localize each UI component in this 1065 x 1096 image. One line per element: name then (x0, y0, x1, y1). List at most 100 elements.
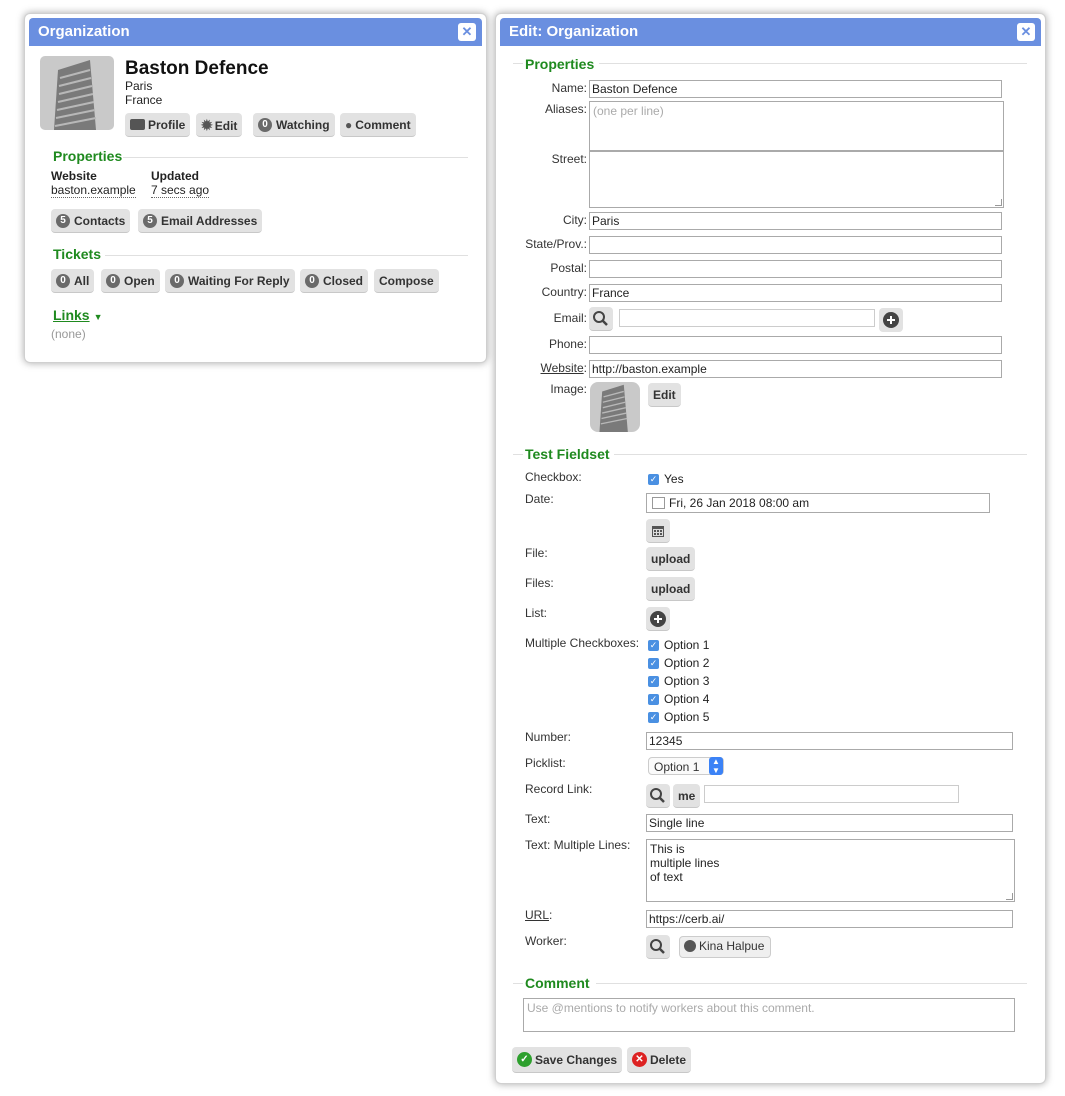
edit-title-bar: Edit: Organization ✕ (500, 18, 1041, 46)
close-icon[interactable]: ✕ (458, 23, 476, 41)
image-edit-button[interactable]: Edit (648, 383, 681, 407)
aliases-label: Aliases: (544, 102, 587, 116)
tickets-closed-button[interactable]: 0 Closed (300, 269, 369, 293)
comment-heading: Comment (525, 975, 590, 991)
test-fieldset-heading: Test Fieldset (525, 446, 610, 462)
delete-button[interactable]: ✕ Delete (627, 1047, 692, 1073)
contacts-button[interactable]: 5 Contacts (51, 209, 131, 233)
calendar-button[interactable] (646, 519, 670, 543)
country-label: Country: (541, 285, 587, 299)
divider (513, 63, 523, 64)
multi-option-2[interactable]: ✓ Option 2 (648, 656, 709, 670)
save-changes-button[interactable]: ✓ Save Changes (512, 1047, 623, 1073)
checkbox-yes[interactable]: ✓ Yes (648, 472, 684, 486)
checkmark-icon: ✓ (517, 1052, 532, 1068)
text-multiline-textarea[interactable]: This is multiple lines of text (646, 839, 1015, 902)
tickets-waiting-button[interactable]: 0 Waiting For Reply (165, 269, 295, 293)
edit-title: Edit: Organization (509, 23, 639, 40)
city-label: City: (563, 213, 587, 227)
compose-button[interactable]: Compose (374, 269, 439, 293)
calendar-small-icon (652, 496, 665, 509)
text-label: Text: (525, 812, 551, 826)
delete-x-icon: ✕ (632, 1052, 647, 1068)
edit-button[interactable]: ✹ Edit (196, 113, 243, 137)
search-icon (650, 939, 665, 954)
picklist-select[interactable]: Option 1 ▲ ▼ (648, 757, 724, 775)
search-icon (593, 311, 608, 326)
street-textarea[interactable] (589, 151, 1004, 208)
picklist-label: Picklist: (525, 756, 566, 770)
postal-label: Postal: (550, 261, 587, 275)
list-label: List: (525, 606, 548, 620)
caret-down-icon: ▼ (93, 312, 103, 322)
profile-icon (130, 119, 145, 131)
date-input[interactable]: Fri, 26 Jan 2018 08:00 am (646, 493, 990, 513)
multiple-checkboxes-label: Multiple Checkboxes: (525, 636, 640, 650)
multi-option-5[interactable]: ✓ Option 5 (648, 710, 709, 724)
updated-label: Updated (151, 169, 199, 183)
divider (123, 157, 468, 158)
number-input[interactable]: 12345 (646, 732, 1013, 750)
card-title-bar: Organization ✕ (29, 18, 482, 46)
worker-label: Worker: (525, 934, 567, 948)
url-input[interactable]: https://cerb.ai/ (646, 910, 1013, 928)
multi-option-4[interactable]: ✓ Option 4 (648, 692, 709, 706)
comment-button[interactable]: ● Comment (340, 113, 416, 137)
tickets-open-button[interactable]: 0 Open (101, 269, 160, 293)
close-icon[interactable]: ✕ (1017, 23, 1035, 41)
date-label: Date: (525, 492, 554, 506)
worker-chip[interactable]: Kina Halpue (679, 936, 772, 958)
aliases-textarea[interactable]: (one per line) (589, 101, 1004, 151)
postal-input[interactable] (589, 260, 1002, 278)
watching-count: 0 (258, 117, 272, 132)
file-label: File: (525, 546, 548, 560)
city-input[interactable]: Paris (589, 212, 1002, 230)
links-heading[interactable]: Links ▼ (53, 307, 103, 323)
file-upload-button[interactable]: upload (646, 547, 696, 571)
org-avatar (40, 56, 114, 130)
image-label: Image: (550, 382, 587, 396)
gear-icon: ✹ (201, 117, 213, 133)
add-email-icon[interactable] (879, 308, 903, 332)
add-list-item-icon[interactable] (646, 607, 670, 631)
tickets-all-button[interactable]: 0 All (51, 269, 95, 293)
name-label: Name: (551, 81, 587, 95)
profile-button[interactable]: Profile (125, 113, 191, 137)
state-input[interactable] (589, 236, 1002, 254)
text-input[interactable]: Single line (646, 814, 1013, 832)
divider (596, 983, 1027, 984)
calendar-icon (652, 526, 664, 537)
divider (614, 454, 1027, 455)
country-input[interactable]: France (589, 284, 1002, 302)
phone-input[interactable] (589, 336, 1002, 354)
multi-option-1[interactable]: ✓ Option 1 (648, 638, 709, 652)
name-input[interactable]: Baston Defence (589, 80, 1002, 98)
multi-option-3[interactable]: ✓ Option 3 (648, 674, 709, 688)
files-upload-button[interactable]: upload (646, 577, 696, 601)
worker-search-button[interactable] (646, 935, 670, 959)
record-link-input[interactable] (704, 785, 959, 803)
email-addresses-button[interactable]: 5 Email Addresses (138, 209, 263, 233)
divider (599, 63, 1027, 64)
watching-button[interactable]: 0 Watching (253, 113, 335, 137)
text-multiline-label: Text: Multiple Lines: (525, 838, 631, 852)
divider (513, 454, 523, 455)
email-input[interactable] (619, 309, 875, 327)
website-input[interactable]: http://baston.example (589, 360, 1002, 378)
record-me-button[interactable]: me (673, 784, 701, 808)
divider (513, 983, 523, 984)
updated-value: 7 secs ago (151, 183, 210, 198)
checkbox-checked-icon: ✓ (648, 474, 659, 486)
record-search-button[interactable] (646, 784, 670, 808)
files-label: Files: (525, 576, 554, 590)
tickets-heading: Tickets (53, 246, 101, 262)
website-link[interactable]: baston.example (51, 183, 136, 198)
divider (105, 255, 468, 256)
comment-textarea[interactable]: Use @mentions to notify workers about th… (523, 998, 1015, 1032)
edit-organization-panel: Edit: Organization ✕ Properties Name: Ba… (495, 13, 1046, 1084)
email-search-button[interactable] (589, 307, 613, 331)
links-none: (none) (51, 327, 86, 341)
phone-label: Phone: (548, 337, 587, 351)
checkbox-label: Checkbox: (525, 470, 582, 484)
website-label: Website (51, 169, 97, 183)
